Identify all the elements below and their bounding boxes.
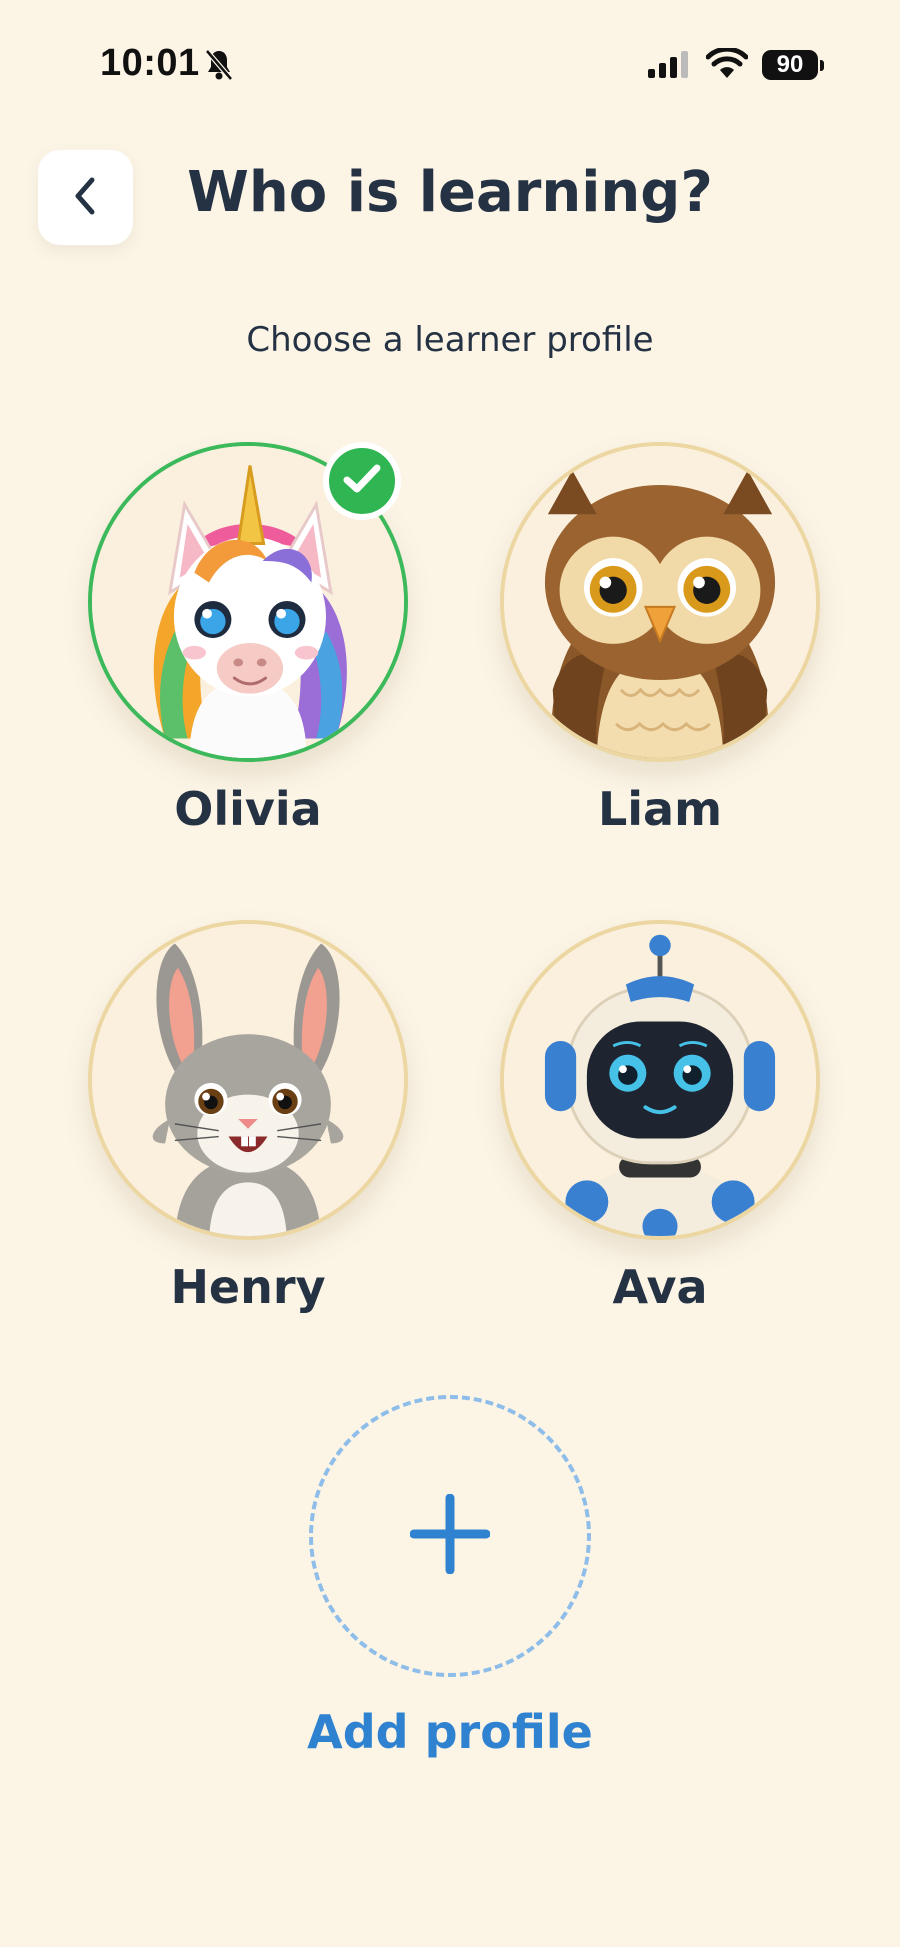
profile-ava[interactable]: Ava <box>495 920 825 1340</box>
profile-name: Henry <box>170 1260 326 1314</box>
subtitle: Choose a learner profile <box>246 320 654 360</box>
battery-icon: 90 <box>762 50 818 80</box>
owl-avatar <box>500 442 820 762</box>
status-time: 10:01 <box>100 42 200 84</box>
signal-icon <box>648 50 692 82</box>
bunny-avatar <box>88 920 408 1240</box>
profile-name: Liam <box>597 782 723 836</box>
profile-olivia[interactable]: Olivia <box>83 442 413 862</box>
page-title: Who is learning? <box>187 160 713 225</box>
profile-name: Ava <box>612 1260 708 1314</box>
add-profile-label: Add profile <box>307 1705 593 1759</box>
profile-liam[interactable]: Liam <box>495 442 825 862</box>
back-button[interactable] <box>38 150 133 245</box>
chevron-left-icon <box>68 174 104 222</box>
plus-icon <box>409 1493 491 1578</box>
bell-slash-icon <box>204 48 234 86</box>
battery-tip <box>820 60 824 71</box>
robot-avatar <box>500 920 820 1240</box>
status-bar: 10:01 90 <box>0 0 900 130</box>
add-profile-circle[interactable] <box>309 1395 591 1677</box>
profile-henry[interactable]: Henry <box>83 920 413 1340</box>
profile-name: Olivia <box>174 782 322 836</box>
selected-check-badge <box>323 442 401 520</box>
wifi-icon <box>705 46 749 84</box>
add-profile-button[interactable]: Add profile <box>305 1395 595 1775</box>
check-icon <box>342 462 382 500</box>
